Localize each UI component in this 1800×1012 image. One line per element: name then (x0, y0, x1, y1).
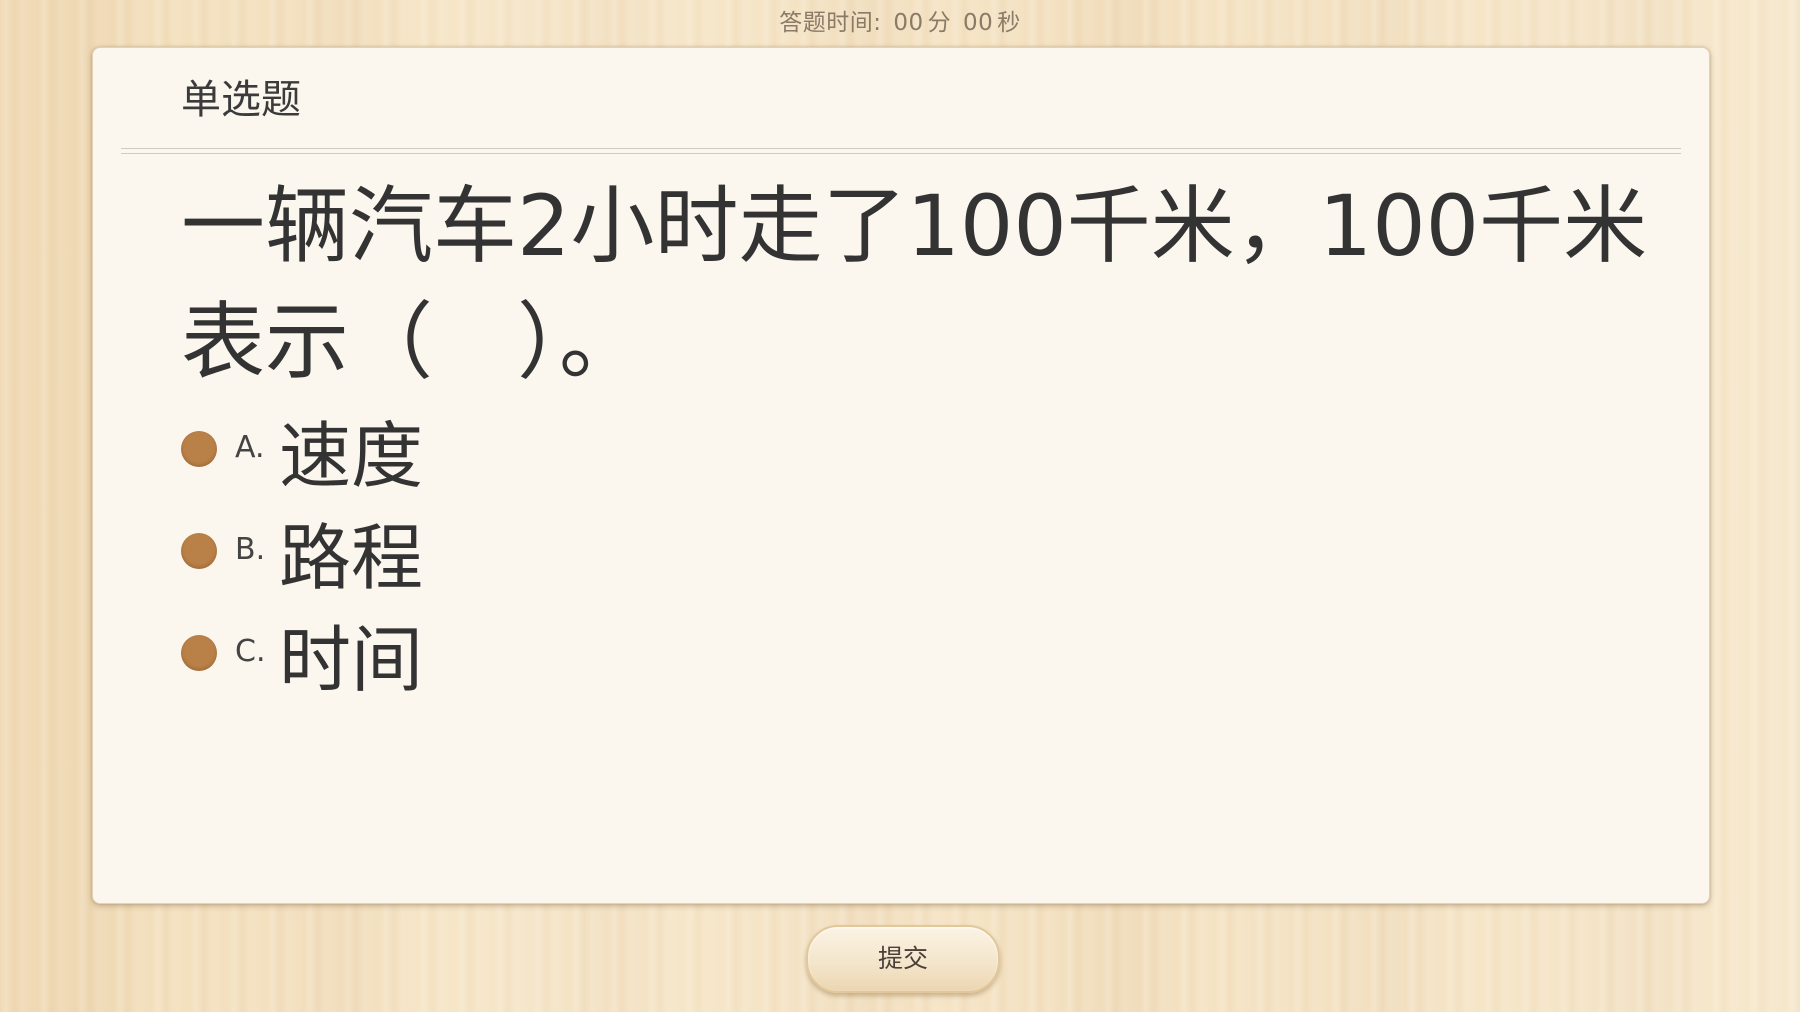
question-text: 一辆汽车2小时走了100千米，100千米表示（ ）。 (181, 177, 1648, 391)
option-c-letter: C. (235, 634, 266, 669)
timer-seconds-unit: 秒 (997, 10, 1021, 36)
timer-seconds: 00 (962, 10, 994, 36)
radio-icon[interactable] (181, 431, 217, 467)
option-c-text: 时间 (279, 618, 424, 702)
radio-icon[interactable] (181, 635, 217, 671)
option-b-text: 路程 (279, 516, 424, 600)
timer-minutes: 00 (893, 10, 924, 36)
option-a-letter: A. (235, 430, 265, 465)
radio-icon[interactable] (181, 533, 217, 569)
timer-label: 答题时间: (779, 10, 882, 36)
timer-minutes-unit: 分 (927, 10, 952, 36)
submit-button[interactable]: 提交 (806, 925, 1000, 993)
question-card: 单选题 一辆汽车2小时走了100千米，100千米表示（ ）。 A. 速度 B. … (92, 47, 1710, 904)
option-a-text: 速度 (279, 414, 424, 498)
question-type-label: 单选题 (181, 77, 301, 123)
header-divider (121, 148, 1681, 154)
option-b-letter: B. (235, 532, 266, 567)
answer-timer: 答题时间: 00 分 00 秒 (0, 6, 1800, 40)
